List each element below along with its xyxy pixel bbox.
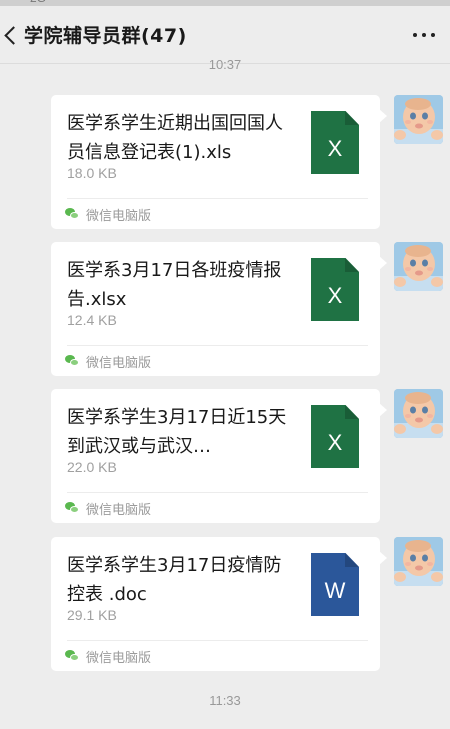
avatar[interactable] (394, 537, 443, 586)
divider (67, 640, 368, 641)
file-icon-letter: X (327, 135, 343, 161)
divider (67, 345, 368, 346)
fold-corner (345, 405, 359, 419)
message-row: 医学系学生3月17日近15天到武汉或与武汉… 22.0 KB X 微信电脑版 (0, 389, 450, 523)
message-row: 医学系3月17日各班疫情报告.xlsx 12.4 KB X 微信电脑版 (0, 242, 450, 376)
timestamp-bottom: 11:33 (209, 693, 241, 708)
source-row: 微信电脑版 (65, 647, 152, 666)
divider (67, 198, 368, 199)
source-label: 微信电脑版 (86, 355, 152, 371)
file-size: 12.4 KB (67, 312, 117, 328)
file-message-bubble[interactable]: 医学系学生3月17日疫情防控表 .doc 29.1 KB W 微信电脑版 (51, 537, 387, 671)
message-row: 医学系学生3月17日疫情防控表 .doc 29.1 KB W 微信电脑版 (0, 537, 450, 671)
message-row: 医学系学生近期出国回国人员信息登记表(1).xls 18.0 KB X 微信电脑… (0, 95, 450, 229)
source-row: 微信电脑版 (65, 352, 152, 371)
chat-header: 学院辅导员群(47) (0, 6, 450, 64)
chevron-left-icon (3, 25, 23, 45)
file-icon-letter: W (324, 577, 346, 603)
signal-indicator: 2G (30, 0, 46, 5)
avatar[interactable] (394, 242, 443, 291)
fold-corner (345, 258, 359, 272)
excel-file-icon: X (311, 405, 359, 468)
file-name: 医学系学生3月17日疫情防控表 .doc (67, 555, 282, 605)
file-size: 29.1 KB (67, 607, 117, 623)
source-row: 微信电脑版 (65, 499, 152, 518)
wechat-icon (65, 502, 79, 514)
fold-corner (345, 553, 359, 567)
wechat-icon (65, 650, 79, 662)
more-options-button[interactable] (404, 18, 444, 52)
avatar[interactable] (394, 389, 443, 438)
baby-avatar-icon (394, 242, 443, 291)
timestamp-top: 10:37 (208, 57, 242, 72)
more-dot (422, 33, 426, 37)
file-icon-letter: X (327, 282, 343, 308)
wechat-icon (65, 208, 79, 220)
source-label: 微信电脑版 (86, 502, 152, 518)
file-size: 18.0 KB (67, 165, 117, 181)
source-label: 微信电脑版 (86, 208, 152, 224)
divider (67, 492, 368, 493)
file-name: 医学系学生近期出国回国人员信息登记表(1).xls (67, 113, 283, 163)
excel-file-icon: X (311, 111, 359, 174)
more-dots-icon (413, 33, 417, 37)
file-name: 医学系学生3月17日近15天到武汉或与武汉… (67, 407, 287, 457)
back-button[interactable] (0, 18, 23, 52)
more-dot (431, 33, 435, 37)
source-row: 微信电脑版 (65, 205, 152, 224)
file-size: 22.0 KB (67, 459, 117, 475)
baby-avatar-icon (394, 95, 443, 144)
baby-avatar-icon (394, 389, 443, 438)
word-file-icon: W (311, 553, 359, 616)
fold-corner (345, 111, 359, 125)
avatar[interactable] (394, 95, 443, 144)
excel-file-icon: X (311, 258, 359, 321)
file-name: 医学系3月17日各班疫情报告.xlsx (67, 260, 282, 310)
chat-title: 学院辅导员群(47) (24, 25, 187, 47)
file-icon-letter: X (327, 429, 343, 455)
file-message-bubble[interactable]: 医学系学生近期出国回国人员信息登记表(1).xls 18.0 KB X 微信电脑… (51, 95, 387, 229)
file-message-bubble[interactable]: 医学系3月17日各班疫情报告.xlsx 12.4 KB X 微信电脑版 (51, 242, 387, 376)
baby-avatar-icon (394, 537, 443, 586)
file-message-bubble[interactable]: 医学系学生3月17日近15天到武汉或与武汉… 22.0 KB X 微信电脑版 (51, 389, 387, 523)
wechat-icon (65, 355, 79, 367)
source-label: 微信电脑版 (86, 650, 152, 666)
